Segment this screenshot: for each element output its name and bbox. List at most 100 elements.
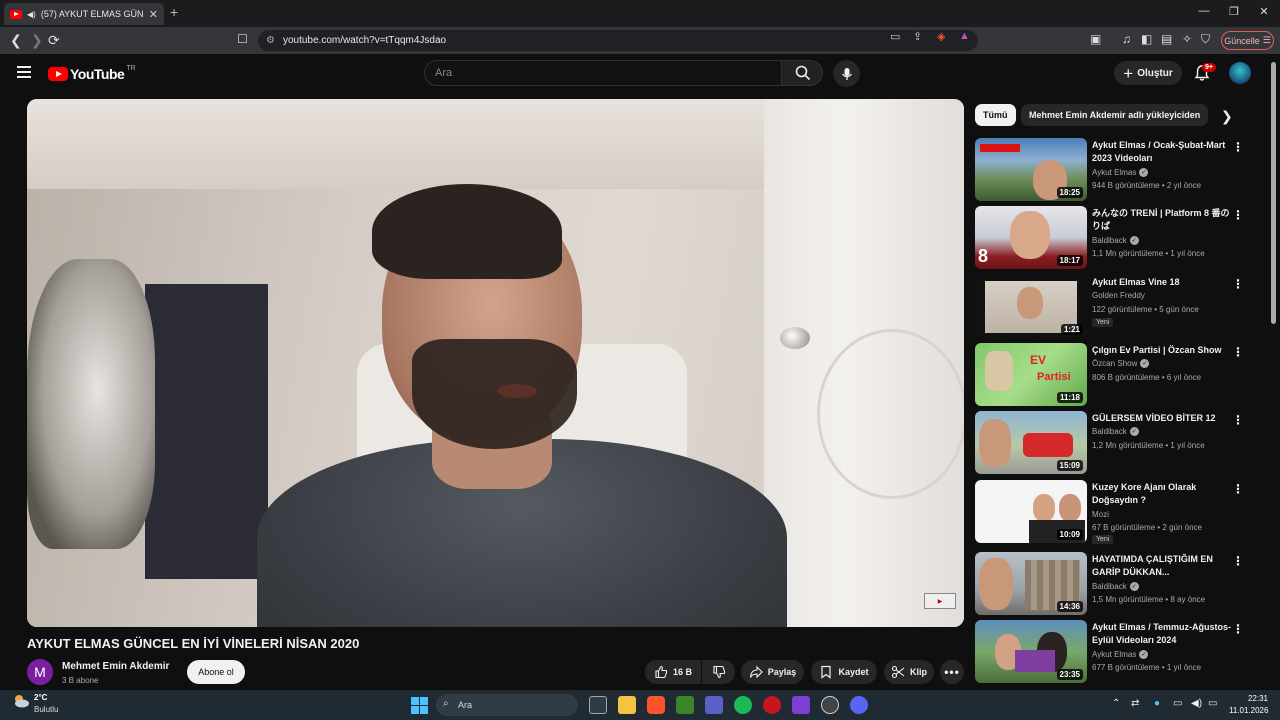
recommendation-item[interactable]: 23:35 Aykut Elmas / Temmuz-Ağustos-Eylül… — [975, 620, 1250, 684]
chatgpt-icon[interactable] — [821, 696, 839, 714]
video-thumbnail[interactable]: EV Partisi 11:18 — [975, 343, 1087, 406]
taskbar-search-input[interactable]: ⌕ Ara — [436, 694, 578, 716]
recommendation-item[interactable]: 10:09 Kuzey Kore Ajanı Olarak Doğsaydın … — [975, 480, 1250, 544]
back-icon[interactable]: ❮ — [10, 32, 22, 49]
share-button[interactable]: Paylaş — [741, 660, 804, 684]
update-button[interactable]: Güncelle ☰ — [1221, 31, 1274, 50]
brave-shields-icon[interactable]: ◈ — [937, 30, 945, 43]
new-badge: Yeni — [1092, 318, 1114, 327]
video-watermark-logo: ▶ — [924, 593, 956, 609]
windows-start-icon[interactable] — [411, 697, 428, 714]
chip-from-uploader[interactable]: Mehmet Emin Akdemir adlı yükleyiciden — [1021, 104, 1209, 126]
sync-icon[interactable]: ⇄ — [1131, 698, 1139, 709]
share-icon[interactable]: ⇪ — [913, 30, 922, 43]
url-bar[interactable]: ⚙ youtube.com/watch?v=tTqqm4Jsdao — [258, 30, 978, 51]
brave-browser-icon[interactable] — [647, 696, 665, 714]
wallet-icon[interactable]: ▤ — [1161, 32, 1172, 46]
save-button[interactable]: Kaydet — [811, 660, 877, 684]
url-text: youtube.com/watch?v=tTqqm4Jsdao — [282, 35, 447, 46]
green-app-icon[interactable] — [734, 696, 752, 714]
video-thumbnail[interactable]: 10:09 — [975, 480, 1087, 543]
search-button[interactable] — [781, 60, 823, 86]
site-info-icon[interactable]: ⚙ — [266, 35, 275, 46]
vpn-icon[interactable]: ⛉ — [1201, 32, 1210, 47]
file-explorer-icon[interactable] — [618, 696, 636, 714]
discord-icon[interactable] — [850, 696, 868, 714]
recommendation-channel: Baldiback ✓ — [1092, 236, 1139, 245]
page-scrollbar[interactable] — [1271, 62, 1276, 324]
more-vertical-icon[interactable]: ⋮ — [1232, 482, 1244, 496]
video-thumbnail[interactable]: 18:25 — [975, 138, 1087, 201]
music-icon[interactable]: ♫ — [1122, 32, 1131, 46]
hamburger-menu-icon[interactable] — [17, 66, 31, 78]
search-input[interactable]: Ara — [424, 60, 782, 86]
share-label: Paylaş — [767, 667, 797, 677]
close-window-icon[interactable]: ✕ — [1254, 5, 1274, 18]
dislike-button[interactable] — [702, 660, 735, 684]
browser-tab[interactable]: ◀) (57) AYKUT ELMAS GÜNCEL E ✕ — [4, 3, 164, 25]
display-icon[interactable]: ▭ — [1173, 698, 1182, 709]
restore-icon[interactable]: ❐ — [1224, 5, 1244, 18]
recommendation-item[interactable]: 8 18:17 みんなの TRENİ | Platform 8 番のりば Bal… — [975, 206, 1250, 270]
reload-icon[interactable]: ⟳ — [48, 32, 60, 49]
task-view-icon[interactable] — [589, 696, 607, 714]
tray-overflow-icon[interactable]: ⌃ — [1112, 698, 1120, 709]
cloudy-weather-icon[interactable] — [12, 694, 30, 708]
new-tab-button[interactable]: + — [170, 4, 178, 20]
chevron-right-icon[interactable]: ❯ — [1221, 108, 1233, 125]
channel-avatar[interactable]: M — [27, 659, 53, 685]
close-tab-icon[interactable]: ✕ — [149, 8, 158, 21]
purple-app-icon[interactable] — [792, 696, 810, 714]
youtube-logo[interactable]: YouTube TR — [48, 65, 136, 82]
split-view-icon[interactable]: ◧ — [1141, 32, 1152, 46]
minecraft-icon[interactable] — [676, 696, 694, 714]
more-vertical-icon[interactable]: ⋮ — [1232, 277, 1244, 291]
visual-studio-icon[interactable] — [705, 696, 723, 714]
brave-rewards-icon[interactable]: ▲ — [959, 30, 970, 42]
more-vertical-icon[interactable]: ⋮ — [1232, 140, 1244, 154]
more-vertical-icon[interactable]: ⋮ — [1232, 345, 1244, 359]
video-thumbnail[interactable]: 14:36 — [975, 552, 1087, 615]
chip-all[interactable]: Tümü — [975, 104, 1016, 126]
recommendation-item[interactable]: 15:09 GÜLERSEM VİDEO BİTER 12 Baldiback ✓… — [975, 411, 1250, 475]
volume-icon[interactable]: ◀) — [1191, 698, 1202, 709]
recommendation-item[interactable]: 14:36 HAYATIMDA ÇALIŞTIĞIM EN GARİP DÜKK… — [975, 552, 1250, 616]
subscribe-button[interactable]: Abone ol — [187, 660, 245, 684]
more-vertical-icon[interactable]: ⋮ — [1232, 208, 1244, 222]
video-thumbnail[interactable]: 1:21 — [975, 275, 1087, 338]
minimize-icon[interactable]: — — [1194, 5, 1214, 17]
red-app-icon[interactable] — [763, 696, 781, 714]
channel-name[interactable]: Mehmet Emin Akdemir — [62, 661, 169, 672]
save-label: Kaydet — [838, 667, 869, 677]
weather-temperature[interactable]: 2°C — [34, 693, 47, 702]
video-duration: 18:25 — [1056, 187, 1083, 198]
clock-date[interactable]: 11.01.2026 — [1229, 706, 1268, 715]
microphone-icon — [841, 67, 852, 80]
more-actions-button[interactable]: ••• — [940, 660, 964, 684]
recommendation-item[interactable]: 1:21 Aykut Elmas Vine 18 Golden Freddy 1… — [975, 275, 1250, 339]
bookmark-icon[interactable]: ☐ — [237, 32, 248, 46]
battery-icon[interactable]: ▭ — [1208, 698, 1217, 709]
tray-mic-icon[interactable]: ● — [1154, 698, 1160, 709]
forward-icon[interactable]: ❯ — [31, 32, 43, 49]
more-vertical-icon[interactable]: ⋮ — [1232, 554, 1244, 568]
speaker-icon: ◀) — [27, 9, 36, 19]
weather-description[interactable]: Bulutlu — [34, 705, 58, 714]
video-thumbnail[interactable]: 8 18:17 — [975, 206, 1087, 269]
video-thumbnail[interactable]: 15:09 — [975, 411, 1087, 474]
video-thumbnail[interactable]: 23:35 — [975, 620, 1087, 683]
clock-time[interactable]: 22:31 — [1246, 694, 1268, 703]
clip-button[interactable]: Klip — [884, 660, 934, 684]
recommendation-item[interactable]: 18:25 Aykut Elmas / Ocak-Şubat-Mart 2023… — [975, 138, 1250, 202]
like-button[interactable]: 16 B — [645, 660, 701, 684]
more-vertical-icon[interactable]: ⋮ — [1232, 413, 1244, 427]
more-vertical-icon[interactable]: ⋮ — [1232, 622, 1244, 636]
sidebar-toggle-icon[interactable]: ▣ — [1090, 32, 1101, 46]
account-avatar[interactable] — [1229, 62, 1251, 84]
cast-icon[interactable]: ▭ — [890, 30, 900, 43]
ai-icon[interactable]: ✧ — [1182, 32, 1192, 46]
video-player[interactable]: ▶ — [27, 99, 964, 627]
create-button[interactable]: + Oluştur — [1114, 61, 1182, 85]
recommendation-item[interactable]: EV Partisi 11:18 Çılgın Ev Partisi | Özc… — [975, 343, 1250, 407]
voice-search-button[interactable] — [833, 60, 860, 87]
